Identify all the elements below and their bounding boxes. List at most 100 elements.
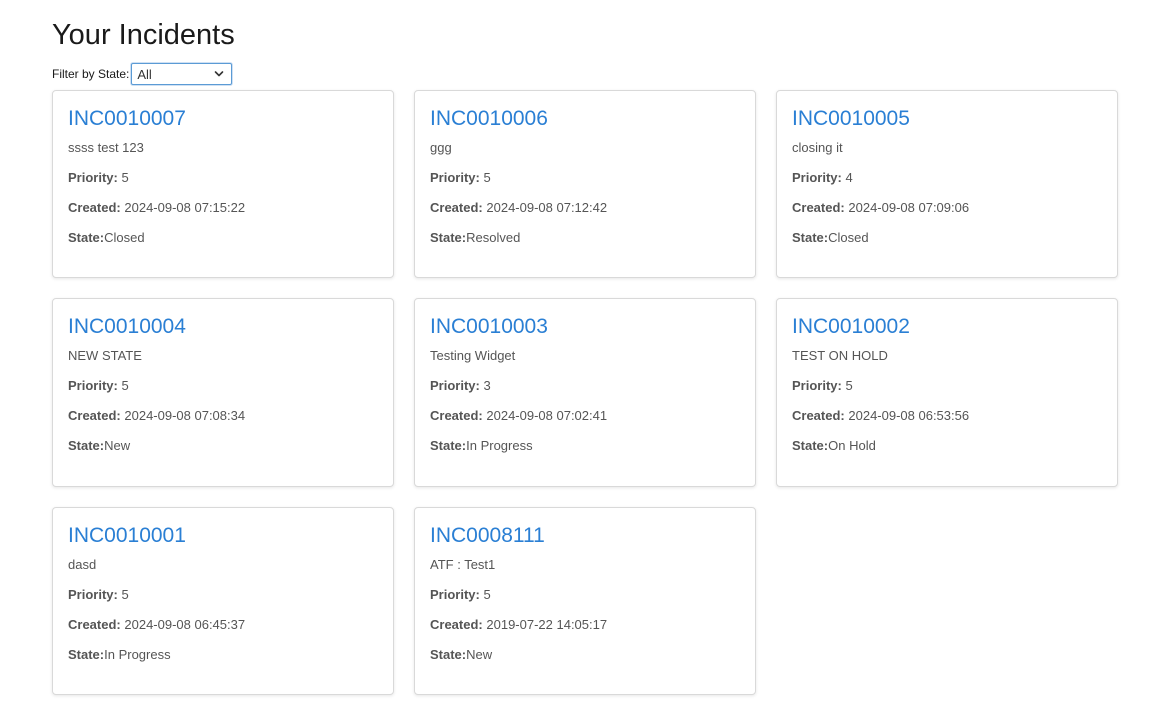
created-value: 2019-07-22 14:05:17 (486, 617, 608, 632)
priority-value: 5 (483, 170, 491, 185)
priority-value: 3 (483, 378, 491, 393)
incident-created: Created: 2019-07-22 14:05:17 (430, 616, 740, 634)
state-label: State: (68, 438, 105, 453)
incident-number-link[interactable]: INC0008111 (430, 522, 545, 550)
created-label: Created: (430, 617, 483, 632)
incident-priority: Priority: 5 (68, 377, 378, 395)
incident-priority: Priority: 4 (792, 169, 1102, 187)
priority-value: 5 (121, 587, 129, 602)
incident-state: State:In Progress (430, 437, 740, 455)
incident-card[interactable]: INC0010002 TEST ON HOLD Priority: 5 Crea… (776, 298, 1118, 487)
state-label: State: (792, 438, 829, 453)
incident-priority: Priority: 5 (68, 586, 378, 604)
incident-created: Created: 2024-09-08 07:02:41 (430, 407, 740, 425)
incident-description: NEW STATE (68, 348, 142, 363)
incident-description: closing it (792, 140, 843, 155)
incident-card[interactable]: INC0010004 NEW STATE Priority: 5 Created… (52, 298, 394, 487)
created-label: Created: (792, 408, 845, 423)
incident-number-link[interactable]: INC0010004 (68, 313, 186, 341)
incident-created: Created: 2024-09-08 06:45:37 (68, 616, 378, 634)
created-label: Created: (68, 200, 121, 215)
state-value: New (104, 438, 131, 453)
incident-state: State:Closed (792, 229, 1102, 247)
incident-state: State:In Progress (68, 646, 378, 664)
created-value: 2024-09-08 07:02:41 (486, 408, 608, 423)
priority-value: 5 (121, 378, 129, 393)
incident-description: Testing Widget (430, 348, 516, 363)
incident-description: TEST ON HOLD (792, 348, 888, 363)
priority-value: 4 (845, 170, 853, 185)
created-value: 2024-09-08 07:15:22 (124, 200, 246, 215)
incident-card[interactable]: INC0010001 dasd Priority: 5 Created: 202… (52, 507, 394, 695)
incident-number-link[interactable]: INC0010006 (430, 105, 548, 133)
priority-label: Priority: (792, 170, 842, 185)
incident-priority: Priority: 5 (430, 169, 740, 187)
incident-number-link[interactable]: INC0010003 (430, 313, 548, 341)
priority-label: Priority: (68, 587, 118, 602)
state-label: State: (430, 647, 467, 662)
state-label: State: (68, 230, 105, 245)
state-label: State: (430, 438, 467, 453)
incident-state: State:New (430, 646, 740, 664)
state-filter: Filter by State: All (52, 62, 233, 86)
priority-label: Priority: (792, 378, 842, 393)
created-label: Created: (430, 200, 483, 215)
created-value: 2024-09-08 07:09:06 (848, 200, 970, 215)
incident-state: State:New (68, 437, 378, 455)
incident-state: State:Closed (68, 229, 378, 247)
page-title: Your Incidents (52, 19, 235, 51)
state-label: State: (68, 647, 105, 662)
incident-priority: Priority: 5 (430, 586, 740, 604)
incident-description: ssss test 123 (68, 140, 144, 155)
incident-created: Created: 2024-09-08 07:12:42 (430, 199, 740, 217)
priority-value: 5 (121, 170, 129, 185)
incident-card-grid: INC0010007 ssss test 123 Priority: 5 Cre… (52, 90, 1118, 695)
priority-value: 5 (845, 378, 853, 393)
priority-label: Priority: (430, 378, 480, 393)
incident-priority: Priority: 5 (792, 377, 1102, 395)
created-label: Created: (68, 408, 121, 423)
incident-state: State:Resolved (430, 229, 740, 247)
incident-created: Created: 2024-09-08 07:15:22 (68, 199, 378, 217)
created-value: 2024-09-08 07:08:34 (124, 408, 246, 423)
state-value: In Progress (466, 438, 533, 453)
incidents-page: Your Incidents Filter by State: All INC0… (0, 0, 1172, 705)
incident-number-link[interactable]: INC0010007 (68, 105, 186, 133)
filter-label: Filter by State: (52, 67, 130, 81)
state-value: Closed (828, 230, 869, 245)
state-filter-value: All (137, 66, 152, 82)
incident-card[interactable]: INC0010003 Testing Widget Priority: 3 Cr… (414, 298, 756, 487)
state-value: On Hold (828, 438, 876, 453)
state-value: Closed (104, 230, 145, 245)
created-value: 2024-09-08 06:53:56 (848, 408, 970, 423)
chevron-down-icon (215, 71, 224, 77)
state-label: State: (792, 230, 829, 245)
incident-created: Created: 2024-09-08 07:09:06 (792, 199, 1102, 217)
incident-card[interactable]: INC0010006 ggg Priority: 5 Created: 2024… (414, 90, 756, 278)
incident-card[interactable]: INC0010005 closing it Priority: 4 Create… (776, 90, 1118, 278)
incident-number-link[interactable]: INC0010005 (792, 105, 910, 133)
incident-number-link[interactable]: INC0010002 (792, 313, 910, 341)
priority-value: 5 (483, 587, 491, 602)
incident-card[interactable]: INC0010007 ssss test 123 Priority: 5 Cre… (52, 90, 394, 278)
incident-priority: Priority: 3 (430, 377, 740, 395)
incident-state: State:On Hold (792, 437, 1102, 455)
state-value: New (466, 647, 493, 662)
incident-priority: Priority: 5 (68, 169, 378, 187)
created-label: Created: (792, 200, 845, 215)
state-value: Resolved (466, 230, 521, 245)
incident-created: Created: 2024-09-08 07:08:34 (68, 407, 378, 425)
incident-created: Created: 2024-09-08 06:53:56 (792, 407, 1102, 425)
state-value: In Progress (104, 647, 171, 662)
priority-label: Priority: (68, 170, 118, 185)
created-label: Created: (430, 408, 483, 423)
priority-label: Priority: (430, 170, 480, 185)
incident-card[interactable]: INC0008111 ATF : Test1 Priority: 5 Creat… (414, 507, 756, 695)
state-label: State: (430, 230, 467, 245)
incident-number-link[interactable]: INC0010001 (68, 522, 186, 550)
state-filter-select[interactable]: All (131, 63, 233, 85)
priority-label: Priority: (68, 378, 118, 393)
incident-description: ggg (430, 140, 452, 155)
created-value: 2024-09-08 06:45:37 (124, 617, 246, 632)
priority-label: Priority: (430, 587, 480, 602)
